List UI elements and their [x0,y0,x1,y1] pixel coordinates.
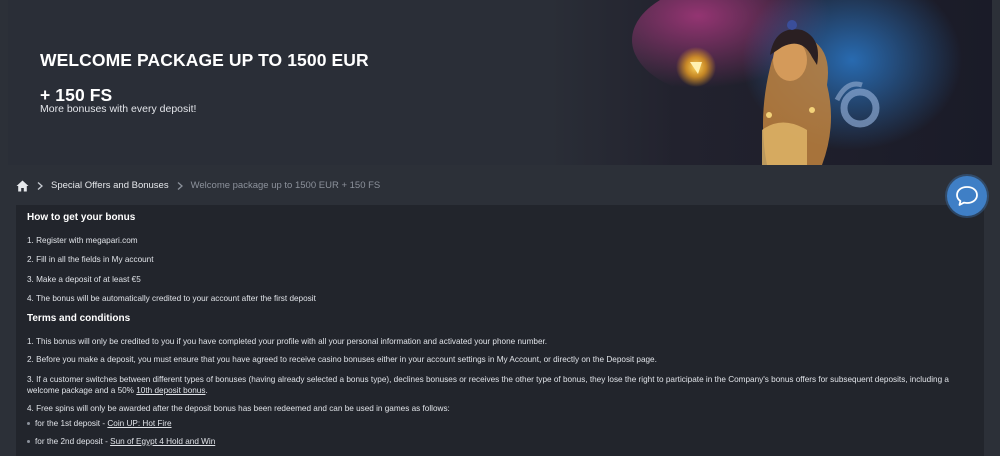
chevron-right-icon [177,181,183,190]
free-spins-item-1: for the 1st deposit - Coin UP: Hot Fire [27,419,967,430]
chat-button[interactable] [947,176,987,216]
home-icon[interactable] [16,180,29,192]
free-spins-2-prefix: for the 2nd deposit - [35,437,111,446]
bonus-details-panel: How to get your bonus 1. Register with m… [16,205,984,456]
sun-of-egypt-link[interactable]: Sun of Egypt 4 Hold and Win [110,437,215,446]
banner-subtitle: More bonuses with every deposit! [40,103,197,115]
banner-title-line1: WELCOME PACKAGE UP TO 1500 EUR [40,50,369,70]
how-to-heading: How to get your bonus [27,212,136,223]
chevron-right-icon [37,181,43,190]
breadcrumb-special-offers[interactable]: Special Offers and Bonuses [51,180,169,191]
step-2: 2. Fill in all the fields in My account [27,255,154,264]
breadcrumb: Special Offers and Bonuses Welcome packa… [8,175,992,196]
terms-heading: Terms and conditions [27,313,131,324]
coin-up-hot-fire-link[interactable]: Coin UP: Hot Fire [107,419,171,428]
step-4: 4. The bonus will be automatically credi… [27,294,316,303]
bullet-icon [27,422,30,426]
tenth-deposit-bonus-link[interactable]: 10th deposit bonus [136,386,205,395]
step-3: 3. Make a deposit of at least €5 [27,275,141,284]
bullet-icon [27,440,30,444]
free-spins-1-prefix: for the 1st deposit - [35,419,108,428]
chat-bubble-icon [956,186,978,206]
banner-illustration [632,0,962,165]
breadcrumb-current: Welcome package up to 1500 EUR + 150 FS [190,180,381,191]
step-1: 1. Register with megapari.com [27,236,138,245]
free-spins-item-2: for the 2nd deposit - Sun of Egypt 4 Hol… [27,437,967,448]
term-2: 2. Before you make a deposit, you must e… [27,355,657,364]
term-4: 4. Free spins will only be awarded after… [27,404,450,413]
term-3: 3. If a customer switches between differ… [27,375,967,396]
promo-banner: WELCOME PACKAGE UP TO 1500 EUR + 150 FS … [8,0,992,165]
term-3-end: . [205,385,208,395]
term-1: 1. This bonus will only be credited to y… [27,337,548,346]
